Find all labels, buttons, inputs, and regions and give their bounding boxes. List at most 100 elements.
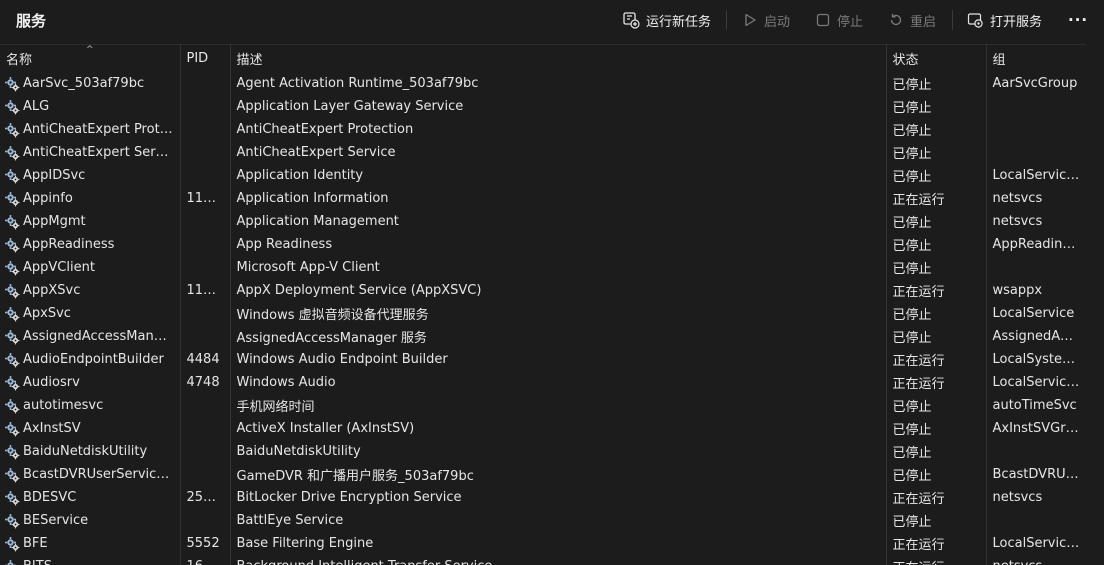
column-header-pid[interactable]: PID xyxy=(180,44,231,72)
column-header-status-label: 状态 xyxy=(892,53,919,68)
service-description: Windows Audio xyxy=(230,371,887,394)
service-group: netsvcs xyxy=(986,555,1087,565)
service-pid: 4748 xyxy=(180,371,231,394)
service-group: AxInstSVGr… xyxy=(986,417,1087,440)
service-status: 已停止 xyxy=(886,463,987,486)
service-name-cell: AppReadiness xyxy=(0,233,181,256)
table-row[interactable]: BITS 165…Background Intelligent Transfer … xyxy=(0,555,1087,565)
service-pid xyxy=(180,440,231,463)
table-row[interactable]: AntiCheatExpert Protec… AntiCheatExpert P… xyxy=(0,118,1087,141)
stop-icon xyxy=(816,13,830,27)
service-description: BattlEye Service xyxy=(230,509,887,532)
service-group: LocalService… xyxy=(986,164,1087,187)
service-group: AssignedAc… xyxy=(986,325,1087,348)
service-pid: 250… xyxy=(180,486,231,509)
toolbar-divider xyxy=(726,10,727,30)
service-group xyxy=(986,141,1087,164)
more-options-button[interactable]: ··· xyxy=(1068,8,1088,32)
services-table: ^ 名称 PID 描述 状态 组 AarSvc_503af79bc Agent A… xyxy=(0,44,1087,565)
table-row[interactable]: BaiduNetdiskUtility BaiduNetdiskUtility 已停… xyxy=(0,440,1087,463)
service-status: 正在运行 xyxy=(886,555,987,565)
open-services-label: 打开服务 xyxy=(990,14,1043,30)
open-services-button[interactable]: 打开服务 xyxy=(967,8,1042,32)
table-row[interactable]: BFE 5552 Base Filtering Engine 正在运行 LocalSer… xyxy=(0,532,1087,555)
table-row[interactable]: AppXSvc 110… AppX Deployment Service (AppX… xyxy=(0,279,1087,302)
start-button[interactable]: 启动 xyxy=(742,8,790,32)
service-status: 已停止 xyxy=(886,141,987,164)
column-header-description[interactable]: 描述 xyxy=(230,44,887,72)
service-group: netsvcs xyxy=(986,486,1087,509)
service-description: Windows 虚拟音频设备代理服务 xyxy=(230,302,887,325)
column-header-name-label: 名称 xyxy=(6,53,33,68)
service-description: Application Management xyxy=(230,210,887,233)
service-pid xyxy=(180,72,231,95)
table-row[interactable]: ApxSvc Windows 虚拟音频设备代理服务 已停止 LocalService xyxy=(0,302,1087,325)
service-description: Application Identity xyxy=(230,164,887,187)
table-row[interactable]: AssignedAccessManag… AssignedAccessManage… xyxy=(0,325,1087,348)
service-name: ApxSvc xyxy=(23,306,71,321)
service-group xyxy=(986,509,1087,532)
service-name: AppVClient xyxy=(23,260,95,275)
service-status: 正在运行 xyxy=(886,187,987,210)
service-name: AssignedAccessManag… xyxy=(23,329,174,344)
service-status: 正在运行 xyxy=(886,532,987,555)
run-new-task-button[interactable]: 运行新任务 xyxy=(622,8,711,32)
service-name: AntiCheatExpert Protec… xyxy=(23,122,174,137)
stop-label: 停止 xyxy=(837,14,864,30)
table-row[interactable]: AppReadiness App Readiness 已停止 AppReadiness xyxy=(0,233,1087,256)
column-header-description-label: 描述 xyxy=(236,53,263,68)
column-header-group-label: 组 xyxy=(992,53,1006,68)
service-group: LocalSystem… xyxy=(986,348,1087,371)
service-pid: 5552 xyxy=(180,532,231,555)
column-header-status[interactable]: 状态 xyxy=(886,44,987,72)
table-row[interactable]: Appinfo 111… Application Information 正在运行 ne… xyxy=(0,187,1087,210)
stop-button[interactable]: 停止 xyxy=(815,8,863,32)
page-title: 服务 xyxy=(16,12,47,30)
play-icon xyxy=(745,13,756,27)
service-description: Windows Audio Endpoint Builder xyxy=(230,348,887,371)
service-pid xyxy=(180,118,231,141)
service-name: AppXSvc xyxy=(23,283,81,298)
service-name: BcastDVRUserService_… xyxy=(23,467,174,482)
service-pid: 110… xyxy=(180,279,231,302)
table-row[interactable]: AudioEndpointBuilder 4484 Windows Audio En… xyxy=(0,348,1087,371)
table-row[interactable]: ALG Application Layer Gateway Service 已停止 xyxy=(0,95,1087,118)
service-gear-icon xyxy=(5,536,20,551)
table-row[interactable]: BcastDVRUserService_… GameDVR 和广播用户服务_503… xyxy=(0,463,1087,486)
service-gear-icon xyxy=(5,168,20,183)
vertical-scrollbar[interactable] xyxy=(1086,44,1104,565)
table-row[interactable]: AppIDSvc Application Identity 已停止 LocalServ… xyxy=(0,164,1087,187)
service-name: BEService xyxy=(23,513,89,528)
service-group: LocalService… xyxy=(986,371,1087,394)
column-header-name[interactable]: ^ 名称 xyxy=(0,44,181,72)
service-name-cell: AntiCheatExpert Service xyxy=(0,141,181,164)
table-row[interactable]: AppMgmt Application Management 已停止 netsvcs xyxy=(0,210,1087,233)
service-name: AppMgmt xyxy=(23,214,86,229)
table-row[interactable]: BEService BattlEye Service 已停止 xyxy=(0,509,1087,532)
service-gear-icon xyxy=(5,398,20,413)
table-row[interactable]: AntiCheatExpert Service AntiCheatExpert S… xyxy=(0,141,1087,164)
service-description: Base Filtering Engine xyxy=(230,532,887,555)
sort-ascending-icon: ^ xyxy=(86,45,94,55)
service-pid xyxy=(180,463,231,486)
table-row[interactable]: BDESVC 250… BitLocker Drive Encryption Ser… xyxy=(0,486,1087,509)
table-row[interactable]: AxInstSV ActiveX Installer (AxInstSV) 已停止 A… xyxy=(0,417,1087,440)
service-name-cell: autotimesvc xyxy=(0,394,181,417)
column-header-pid-label: PID xyxy=(186,51,209,66)
table-row[interactable]: Audiosrv 4748 Windows Audio 正在运行 LocalServic… xyxy=(0,371,1087,394)
service-gear-icon xyxy=(5,76,20,91)
service-pid: 111… xyxy=(180,187,231,210)
service-status: 已停止 xyxy=(886,325,987,348)
table-row[interactable]: AarSvc_503af79bc Agent Activation Runtime… xyxy=(0,72,1087,95)
service-gear-icon xyxy=(5,559,16,565)
table-row[interactable]: autotimesvc 手机网络时间 已停止 autoTimeSvc xyxy=(0,394,1087,417)
service-name: AxInstSV xyxy=(23,421,81,436)
service-description: Agent Activation Runtime_503af79bc xyxy=(230,72,887,95)
service-gear-icon xyxy=(5,490,20,505)
table-row[interactable]: AppVClient Microsoft App-V Client 已停止 xyxy=(0,256,1087,279)
column-header-group[interactable]: 组 xyxy=(986,44,1087,72)
service-status: 已停止 xyxy=(886,210,987,233)
restart-button[interactable]: 重启 xyxy=(888,8,936,32)
run-task-icon xyxy=(623,12,640,29)
service-description: GameDVR 和广播用户服务_503af79bc xyxy=(230,463,887,486)
